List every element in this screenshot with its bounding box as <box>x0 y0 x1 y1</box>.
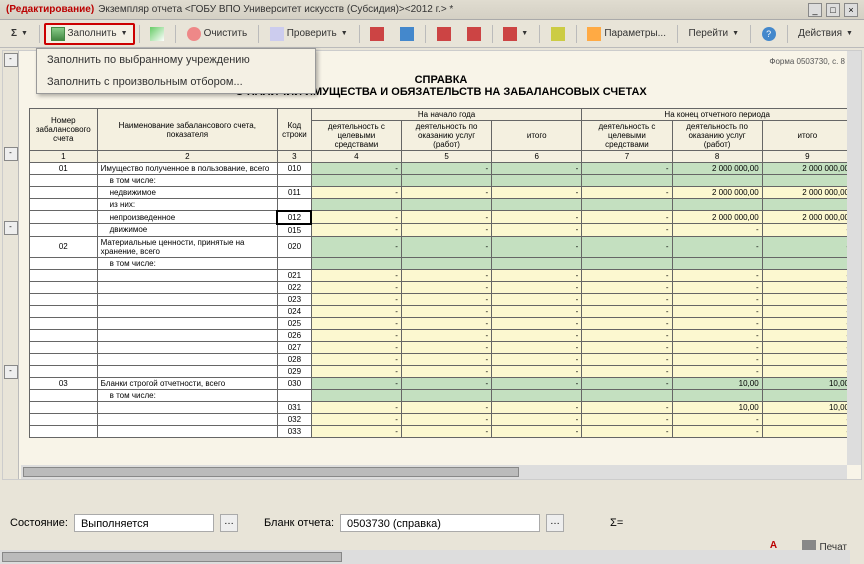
params-button[interactable]: Параметры... <box>580 23 673 45</box>
hdr-end: На конец отчетного периода <box>582 109 853 121</box>
pencil-icon <box>150 27 164 41</box>
status-picker[interactable]: … <box>220 514 238 532</box>
check-button[interactable]: Проверить ▼ <box>263 23 355 45</box>
hdr-start: На начало года <box>311 109 582 121</box>
toolbar: Σ▼ Заполнить ▼ Очистить Проверить ▼ ▼ Па… <box>0 20 864 48</box>
table-row[interactable]: непроизведенное012----2 000 000,002 000 … <box>30 211 853 224</box>
table-row[interactable]: 021------ <box>30 269 853 281</box>
actions-button[interactable]: Действия ▼ <box>791 24 860 43</box>
tool-icon-5[interactable]: ▼ <box>496 23 535 45</box>
outline-bar: - - - - <box>3 51 19 479</box>
content-scrollbar-h[interactable] <box>21 465 847 479</box>
hdr-acc: Номер забалансового счета <box>30 109 98 151</box>
table-row[interactable]: недвижимое011----2 000 000,002 000 000,0… <box>30 187 853 199</box>
fill-button[interactable]: Заполнить ▼ <box>44 23 135 45</box>
title-text: Экземпляр отчета <ГОБУ ВПО Университет и… <box>98 4 808 15</box>
hdr-code: Код строки <box>277 109 311 151</box>
status-field[interactable]: Выполняется <box>74 514 214 532</box>
table-row[interactable]: 024------ <box>30 305 853 317</box>
clear-icon <box>187 27 201 41</box>
minimize-button[interactable]: _ <box>808 3 822 17</box>
fill-dropdown-menu: Заполнить по выбранному учреждению Запол… <box>36 48 316 94</box>
hdr-name: Наименование забалансового счета, показа… <box>97 109 277 151</box>
fill-label: Заполнить <box>68 28 117 39</box>
titlebar: (Редактирование) Экземпляр отчета <ГОБУ … <box>0 0 864 20</box>
outline-minus-4[interactable]: - <box>4 365 18 379</box>
table-row[interactable]: в том числе: <box>30 257 853 269</box>
tool-icon-2[interactable] <box>393 23 421 45</box>
tool-icon-6[interactable] <box>544 23 572 45</box>
fill-icon <box>51 27 65 41</box>
status-label: Состояние: <box>10 517 68 529</box>
table-row[interactable]: 023------ <box>30 293 853 305</box>
tool-icon-1[interactable] <box>363 23 391 45</box>
check-icon <box>270 27 284 41</box>
content-area: - - - - Форма 0503730, с. 8 СПРАВКА О НА… <box>2 50 862 480</box>
table-row[interactable]: в том числе: <box>30 175 853 187</box>
table-row[interactable]: 025------ <box>30 317 853 329</box>
blank-field[interactable]: 0503730 (справка) <box>340 514 540 532</box>
goto-button[interactable]: Перейти ▼ <box>682 24 747 43</box>
outline-minus-3[interactable]: - <box>4 221 18 235</box>
table-row[interactable]: 03Бланки строгой отчетности, всего030---… <box>30 377 853 389</box>
help-icon-button[interactable]: ? <box>755 23 783 45</box>
clear-button[interactable]: Очистить <box>180 23 255 45</box>
table-row[interactable]: 02Материальные ценности, принятые на хра… <box>30 236 853 257</box>
sigma-dropdown[interactable]: Σ▼ <box>4 24 35 43</box>
table-row[interactable]: 029------ <box>30 365 853 377</box>
table-row[interactable]: 026------ <box>30 329 853 341</box>
params-label: Параметры... <box>604 28 666 39</box>
report-table[interactable]: Номер забалансового счета Наименование з… <box>29 108 853 438</box>
table-row[interactable]: 033------ <box>30 425 853 437</box>
edit-icon-button[interactable] <box>143 23 171 45</box>
table-row[interactable]: 028------ <box>30 353 853 365</box>
table-row[interactable]: 031----10,0010,00 <box>30 401 853 413</box>
outline-minus-1[interactable]: - <box>4 53 18 67</box>
blank-label: Бланк отчета: <box>264 517 334 529</box>
maximize-button[interactable]: □ <box>826 3 840 17</box>
blank-picker[interactable]: … <box>546 514 564 532</box>
sigma-label: Σ= <box>610 517 623 529</box>
table-row[interactable]: 022------ <box>30 281 853 293</box>
goto-label: Перейти <box>689 28 729 39</box>
params-icon <box>587 27 601 41</box>
check-label: Проверить <box>287 28 337 39</box>
title-editing: (Редактирование) <box>6 4 94 15</box>
window-scrollbar-h[interactable] <box>0 550 850 564</box>
table-row[interactable]: в том числе: <box>30 389 853 401</box>
table-row[interactable]: 01Имущество полученное в пользование, вс… <box>30 163 853 175</box>
tool-icon-4[interactable] <box>460 23 488 45</box>
clear-label: Очистить <box>204 28 248 39</box>
outline-minus-2[interactable]: - <box>4 147 18 161</box>
close-button[interactable]: × <box>844 3 858 17</box>
fill-by-institution[interactable]: Заполнить по выбранному учреждению <box>37 49 315 71</box>
table-row[interactable]: 032------ <box>30 413 853 425</box>
table-row[interactable]: из них: <box>30 199 853 211</box>
actions-label: Действия <box>798 28 842 39</box>
content-scrollbar-v[interactable] <box>847 51 861 465</box>
table-row[interactable]: 027------ <box>30 341 853 353</box>
tool-icon-3[interactable] <box>430 23 458 45</box>
table-row[interactable]: движимое015------ <box>30 224 853 237</box>
fill-custom-filter[interactable]: Заполнить с произвольным отбором... <box>37 71 315 93</box>
